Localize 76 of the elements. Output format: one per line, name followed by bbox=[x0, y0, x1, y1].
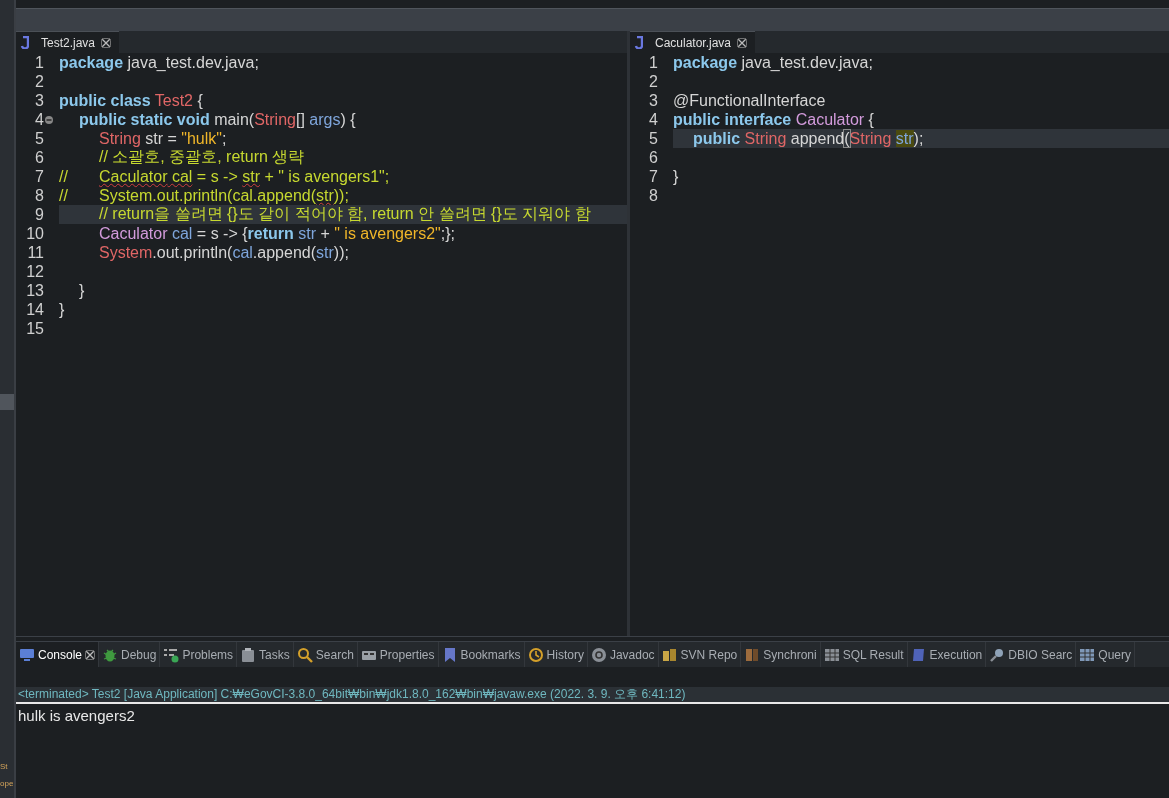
code-line: } bbox=[59, 300, 65, 319]
console-header: <terminated> Test2 [Java Application] C:₩eGovCI-3.8.0_64bit₩bin₩jdk1.8.0_162₩bin₩javaw.exe (2022. 3. 9. 오후 6:41:12) bbox=[18, 686, 686, 703]
line-number: 1 bbox=[34, 53, 44, 72]
clipboard-icon bbox=[240, 646, 257, 663]
java-file-icon bbox=[634, 36, 643, 49]
view-tab[interactable]: DBIO Searc bbox=[986, 642, 1077, 667]
line-number: 9 bbox=[34, 205, 44, 224]
book-icon bbox=[910, 646, 927, 663]
code-line: // System.out.println(cal.append(str)); bbox=[59, 186, 349, 205]
close-icon[interactable] bbox=[85, 649, 96, 660]
code-line: String str = "hulk"; bbox=[98, 129, 227, 148]
magnifier-icon bbox=[989, 646, 1006, 663]
line-number: 10 bbox=[25, 224, 44, 243]
search-icon bbox=[296, 646, 313, 663]
line-number: 7 bbox=[648, 167, 658, 186]
code-line: // 소괄호, 중괄호, return 생략 bbox=[98, 147, 305, 167]
code-line: public class Test2 { bbox=[59, 91, 203, 110]
code-line: Caculator cal = s -> {return str + " is avengers2";}; bbox=[98, 224, 455, 243]
code-line: // return을 쓸려면 {}도 같이 적어야 함, return 안 쓸려면 {}도 지워야 함 bbox=[98, 204, 591, 224]
table-icon bbox=[823, 646, 840, 663]
line-number: 8 bbox=[34, 186, 44, 205]
view-tab[interactable]: History bbox=[524, 642, 588, 667]
line-number: 8 bbox=[648, 186, 658, 205]
line-number: 15 bbox=[25, 319, 44, 338]
view-tab[interactable]: Bookmarks bbox=[438, 642, 525, 667]
side-panel-label: ope bbox=[0, 778, 14, 790]
line-number: 13 bbox=[25, 281, 44, 300]
history-icon bbox=[527, 646, 544, 663]
view-tab[interactable]: Console bbox=[16, 642, 100, 667]
view-tab[interactable]: Query bbox=[1076, 642, 1135, 667]
checklist-icon bbox=[163, 646, 180, 663]
collapse-icon[interactable] bbox=[45, 115, 53, 124]
editor-tab[interactable]: Test2.java bbox=[16, 31, 120, 53]
code-line: public static void main(String[] args) { bbox=[78, 110, 356, 129]
close-icon[interactable] bbox=[737, 37, 748, 48]
line-number: 12 bbox=[25, 262, 44, 281]
code-line: } bbox=[78, 281, 85, 300]
code-line: public String append(String str); bbox=[692, 129, 924, 148]
view-tab[interactable]: Properties bbox=[357, 642, 439, 667]
line-number: 2 bbox=[34, 72, 44, 91]
view-tab[interactable]: SQL Result bbox=[820, 642, 908, 667]
monitor-icon bbox=[19, 646, 35, 663]
close-icon[interactable] bbox=[101, 37, 112, 48]
line-number: 11 bbox=[26, 243, 44, 262]
code-line: System.out.println(cal.append(str)); bbox=[98, 243, 349, 262]
editor-tab[interactable]: Caculator.java bbox=[630, 31, 756, 53]
view-tab[interactable]: Synchroni bbox=[741, 642, 821, 667]
code-line: package java_test.dev.java; bbox=[59, 53, 259, 72]
line-number: 5 bbox=[34, 129, 44, 148]
line-number: 1 bbox=[648, 53, 658, 72]
code-line: package java_test.dev.java; bbox=[673, 53, 873, 72]
line-number: 14 bbox=[25, 300, 44, 319]
table-icon bbox=[1079, 646, 1096, 663]
line-number: 3 bbox=[34, 91, 44, 110]
code-line: } bbox=[673, 167, 679, 186]
line-number: 7 bbox=[34, 167, 44, 186]
line-number: 3 bbox=[648, 91, 658, 110]
code-line: // Caculator cal = s -> str + " is avengers1"; bbox=[59, 167, 390, 186]
view-tab[interactable]: Search bbox=[293, 642, 358, 667]
java-file-icon bbox=[20, 36, 29, 49]
view-tab[interactable]: SVN Repo bbox=[658, 642, 742, 667]
side-panel-label: St bbox=[0, 761, 9, 773]
view-tab[interactable]: Tasks bbox=[237, 642, 294, 667]
line-number: 2 bbox=[648, 72, 658, 91]
view-tab[interactable]: Javadoc bbox=[587, 642, 659, 667]
view-tab[interactable]: Debug bbox=[99, 642, 161, 667]
line-number: 6 bbox=[648, 148, 658, 167]
code-line: public interface Caculator { bbox=[673, 110, 874, 129]
view-tab[interactable]: Problems bbox=[160, 642, 238, 667]
line-number: 6 bbox=[34, 148, 44, 167]
line-number: 4 bbox=[34, 110, 44, 129]
view-tab[interactable]: Execution bbox=[907, 642, 987, 667]
line-number: 4 bbox=[648, 110, 658, 129]
console-output: hulk is avengers2 bbox=[18, 707, 135, 724]
code-line: @FunctionalInterface bbox=[673, 91, 826, 110]
line-number: 5 bbox=[648, 129, 658, 148]
